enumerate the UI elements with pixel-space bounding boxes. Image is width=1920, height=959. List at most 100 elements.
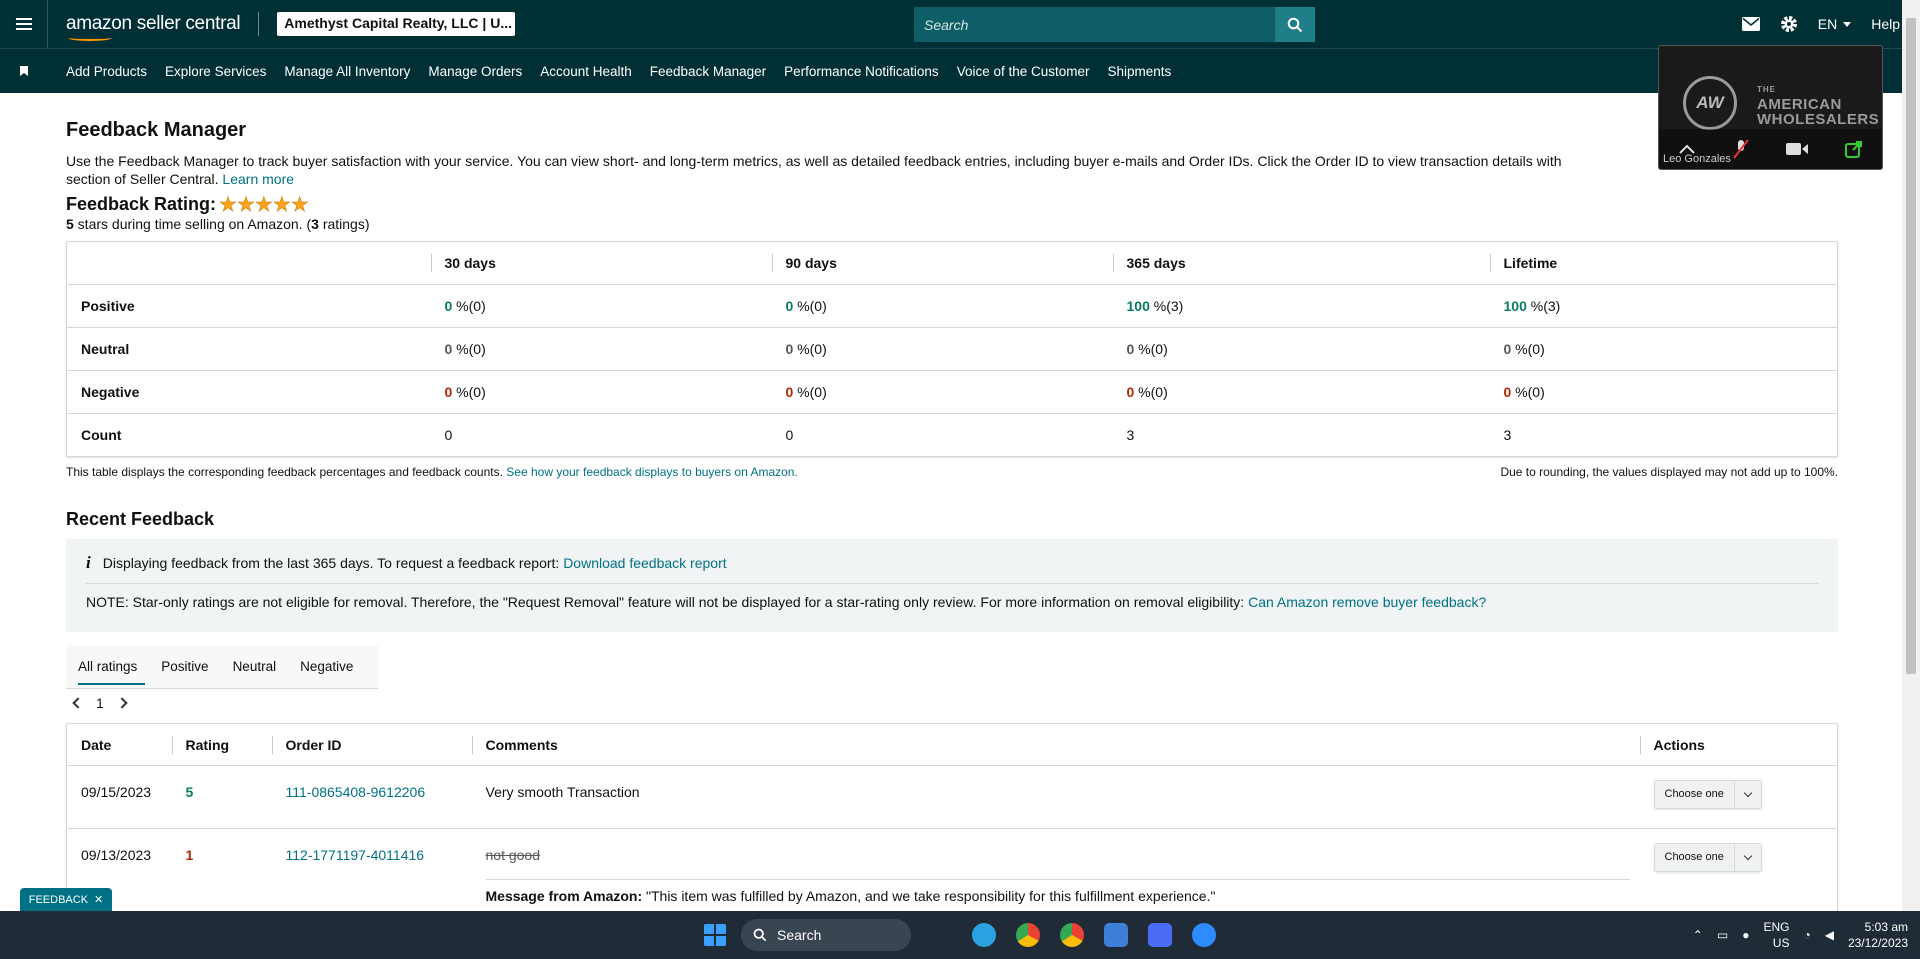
table-cell: 100 %(3) <box>1112 284 1490 328</box>
windows-taskbar: Search ⌃ ▭ ● ENG US ◔ ◀ 5:03 am 23/12/2023 <box>0 911 1920 959</box>
table-cell: 0 %(0) <box>1112 370 1490 414</box>
feedback-comment: Very smooth Transaction <box>471 765 1640 829</box>
download-feedback-report-link[interactable]: Download feedback report <box>563 555 726 571</box>
chrome-icon[interactable] <box>1016 923 1040 947</box>
feedback-display-link[interactable]: See how your feedback displays to buyers… <box>506 465 798 479</box>
lang-line-1: ENG <box>1763 920 1790 934</box>
network-icon[interactable]: ▭ <box>1717 928 1728 942</box>
page-number[interactable]: 1 <box>96 695 104 711</box>
table-cell: 0 %(0) <box>430 284 772 328</box>
removal-eligibility-link[interactable]: Can Amazon remove buyer feedback? <box>1248 594 1486 610</box>
table-cell: 0 %(0) <box>1112 327 1490 371</box>
feedback-tab-label: FEEDBACK <box>28 893 89 906</box>
account-switcher[interactable]: Amethyst Capital Realty, LLC | U... <box>277 12 516 36</box>
row-label: Neutral <box>66 327 431 371</box>
app-icon[interactable] <box>1148 923 1172 947</box>
count-value: %(0) <box>793 341 827 357</box>
info-icon: i <box>86 553 91 572</box>
search-icon <box>753 928 767 942</box>
page-scrollbar[interactable] <box>1902 0 1920 911</box>
column-header-lifetime: Lifetime <box>1489 241 1838 285</box>
clock[interactable]: 5:03 am 23/12/2023 <box>1848 919 1908 951</box>
choose-one-dropdown[interactable]: Choose one <box>1653 779 1762 809</box>
table-row: Negative 0 %(0) 0 %(0) 0 %(0) 0 %(0) <box>66 370 1838 414</box>
wifi-icon[interactable]: ◔ <box>1803 928 1810 942</box>
help-link[interactable]: Help <box>1871 16 1900 32</box>
zoom-icon[interactable] <box>1192 923 1216 947</box>
lang-line-2: US <box>1772 936 1790 950</box>
taskbar-search[interactable]: Search <box>741 919 911 951</box>
search-button[interactable] <box>1275 7 1315 42</box>
star-icon: ★ <box>219 193 238 216</box>
hamburger-menu-icon[interactable] <box>0 0 48 48</box>
rating-stars: ★ ★ ★ ★ ★ <box>219 193 309 216</box>
nav-shipments[interactable]: Shipments <box>1108 64 1172 79</box>
tab-all-ratings[interactable]: All ratings <box>66 645 149 689</box>
nav-explore-services[interactable]: Explore Services <box>165 64 266 79</box>
rating-text-end: ratings) <box>318 216 370 232</box>
video-title-line-3: WHOLESALERS <box>1757 111 1880 128</box>
table-cell: 0 %(0) <box>430 327 772 371</box>
windows-start-icon[interactable] <box>703 923 727 947</box>
table-row: Count 0 0 3 3 <box>66 413 1838 457</box>
camera-icon[interactable] <box>1786 142 1809 156</box>
language-selector[interactable]: EN <box>1818 16 1852 32</box>
table-row: 09/15/2023 5 111-0865408-9612206 Very sm… <box>66 765 1838 829</box>
dropdown-label: Choose one <box>1655 843 1735 871</box>
close-icon[interactable]: ✕ <box>94 893 103 906</box>
settings-gear-icon[interactable] <box>1780 15 1798 33</box>
feedback-comment: not good <box>485 847 541 863</box>
video-title-line-1: THE <box>1757 85 1776 94</box>
chevron-left-icon[interactable] <box>72 697 84 709</box>
table-header-row: 30 days 90 days 365 days Lifetime <box>66 241 1838 285</box>
order-id-link[interactable]: 111-0865408-9612206 <box>271 765 472 829</box>
percentage-value: 100 <box>1126 298 1150 314</box>
search-input[interactable] <box>914 7 1275 42</box>
star-icon: ★ <box>272 193 292 216</box>
nav-add-products[interactable]: Add Products <box>66 64 147 79</box>
learn-more-link[interactable]: Learn more <box>222 171 294 187</box>
table-cell: 0 <box>771 413 1113 457</box>
pop-out-icon[interactable] <box>1845 140 1863 158</box>
feedback-tab-button[interactable]: FEEDBACK ✕ <box>20 888 112 911</box>
table-cell: 3 <box>1489 413 1838 457</box>
table-note: This table displays the corresponding fe… <box>66 465 1838 479</box>
notepad-icon[interactable] <box>1104 923 1128 947</box>
nav-account-health[interactable]: Account Health <box>540 64 632 79</box>
count-value: %(0) <box>1511 341 1545 357</box>
bookmark-icon[interactable] <box>0 66 48 76</box>
video-call-window[interactable]: AW THE AMERICAN WHOLESALERS Leo Gonzales <box>1658 45 1883 170</box>
nav-manage-all-inventory[interactable]: Manage All Inventory <box>284 64 410 79</box>
microphone-icon[interactable]: ● <box>1742 928 1749 942</box>
count-value: %(3) <box>1149 298 1184 314</box>
amazon-seller-central-logo[interactable]: amazon seller central <box>66 13 241 41</box>
nav-manage-orders[interactable]: Manage Orders <box>428 64 522 79</box>
telegram-icon[interactable] <box>972 923 996 947</box>
navigation-bar: Add Products Explore Services Manage All… <box>0 48 1920 93</box>
column-header-actions: Actions <box>1639 723 1838 766</box>
tab-positive[interactable]: Positive <box>149 645 220 689</box>
chevron-up-icon[interactable]: ⌃ <box>1693 928 1703 942</box>
nav-voice-of-the-customer[interactable]: Voice of the Customer <box>957 64 1090 79</box>
scrollbar-thumb[interactable] <box>1906 18 1916 674</box>
chevron-right-icon[interactable] <box>116 697 128 709</box>
count-value: 0 <box>785 427 794 443</box>
tab-negative[interactable]: Negative <box>288 645 365 689</box>
main-content: Feedback Manager Use the Feedback Manage… <box>66 93 1838 929</box>
chrome-icon[interactable] <box>1060 923 1084 947</box>
count-value: %(0) <box>793 298 827 314</box>
nav-feedback-manager[interactable]: Feedback Manager <box>650 64 766 79</box>
table-cell: 0 %(0) <box>771 370 1113 414</box>
column-header-rating: Rating <box>171 723 272 766</box>
microphone-muted-icon[interactable] <box>1733 139 1749 159</box>
mail-icon[interactable] <box>1741 17 1760 31</box>
count-value: %(0) <box>1134 384 1168 400</box>
choose-one-dropdown[interactable]: Choose one <box>1653 842 1762 872</box>
language-indicator[interactable]: ENG US <box>1763 919 1789 951</box>
nav-performance-notifications[interactable]: Performance Notifications <box>784 64 939 79</box>
column-header-365-days: 365 days <box>1112 241 1490 285</box>
count-value: %(0) <box>1134 341 1168 357</box>
volume-icon[interactable]: ◀ <box>1825 928 1834 942</box>
tab-neutral[interactable]: Neutral <box>221 645 289 689</box>
table-cell: 0 %(0) <box>771 284 1113 328</box>
